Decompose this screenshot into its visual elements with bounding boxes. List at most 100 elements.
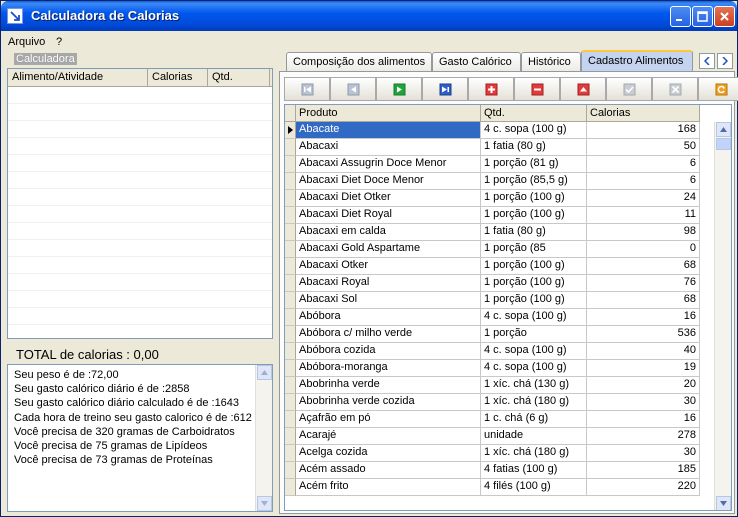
tab-cadastro-alimentos[interactable]: Cadastro Alimentos [581,50,693,71]
cell-calorias[interactable]: 40 [587,343,700,360]
col-qtd[interactable]: Qtd. [208,69,270,87]
row-indicator[interactable] [285,173,296,190]
cell-qtd[interactable]: 1 porção (85 [481,241,587,258]
cell-calorias[interactable]: 6 [587,156,700,173]
row-indicator[interactable] [285,309,296,326]
cell-calorias[interactable]: 30 [587,445,700,462]
cell-qtd[interactable]: 1 xíc. chá (180 g) [481,445,587,462]
calculator-row[interactable] [8,138,272,155]
cell-produto[interactable]: Abacaxi Royal [296,275,481,292]
cell-calorias[interactable]: 0 [587,241,700,258]
table-row[interactable]: Abacaxi Sol 1 porção (100 g) 68 [285,292,700,309]
cell-produto[interactable]: Abacaxi Assugrin Doce Menor [296,156,481,173]
cell-calorias[interactable]: 20 [587,377,700,394]
col-grid-calorias[interactable]: Calorias [587,105,700,122]
col-grid-qtd[interactable]: Qtd. [481,105,587,122]
table-row[interactable]: Abacaxi 1 fatia (80 g) 50 [285,139,700,156]
table-row[interactable]: Abacaxi Diet Doce Menor 1 porção (85,5 g)… [285,173,700,190]
calculator-row[interactable] [8,308,272,325]
cell-produto[interactable]: Abacaxi Diet Otker [296,190,481,207]
cell-calorias[interactable]: 98 [587,224,700,241]
table-row[interactable]: Acém assado 4 fatias (100 g) 185 [285,462,700,479]
table-row[interactable]: Abacaxi Otker 1 porção (100 g) 68 [285,258,700,275]
col-calorias[interactable]: Calorias [148,69,208,87]
table-row[interactable]: Abobrinha verde cozida 1 xíc. chá (180 g)… [285,394,700,411]
maximize-button[interactable] [692,6,713,27]
calculator-row[interactable] [8,223,272,240]
cell-produto[interactable]: Abacaxi Gold Aspartame [296,241,481,258]
row-indicator[interactable] [285,156,296,173]
insert-record-button[interactable] [468,77,514,101]
row-indicator[interactable] [285,190,296,207]
col-produto[interactable]: Produto [296,105,481,122]
calculator-row[interactable] [8,155,272,172]
table-row[interactable]: Abóbora-moranga 4 c. sopa (100 g) 19 [285,360,700,377]
calculator-row[interactable] [8,189,272,206]
table-row[interactable]: Açafrão em pó 1 c. chá (6 g) 16 [285,411,700,428]
scroll-up-icon[interactable] [257,365,272,380]
table-row[interactable]: Abobrinha verde 1 xíc. chá (130 g) 20 [285,377,700,394]
tab-composicao[interactable]: Composição dos alimentos [286,52,432,71]
row-indicator[interactable] [285,428,296,445]
row-indicator[interactable] [285,224,296,241]
cell-produto[interactable]: Abacaxi [296,139,481,156]
calculator-row[interactable] [8,257,272,274]
table-row[interactable]: Abóbora cozida 4 c. sopa (100 g) 40 [285,343,700,360]
table-row[interactable]: Abacate 4 c. sopa (100 g) 168 [285,122,700,139]
table-row[interactable]: Abacaxi em calda 1 fatia (80 g) 98 [285,224,700,241]
cell-qtd[interactable]: 1 porção (100 g) [481,190,587,207]
cell-qtd[interactable]: 1 porção [481,326,587,343]
table-row[interactable]: Acém frito 4 filés (100 g) 220 [285,479,700,496]
alimentos-grid[interactable]: Produto Qtd. Calorias Abacate 4 c. sopa (… [284,104,732,511]
cell-produto[interactable]: Abacaxi Sol [296,292,481,309]
cell-qtd[interactable]: 1 porção (85,5 g) [481,173,587,190]
cell-qtd[interactable]: 1 xíc. chá (130 g) [481,377,587,394]
edit-record-button[interactable] [560,77,606,101]
grid-scrollbar[interactable] [714,122,731,510]
tab-historico[interactable]: Histórico [521,52,581,71]
prior-record-button[interactable] [330,77,376,101]
first-record-button[interactable] [284,77,330,101]
cell-produto[interactable]: Abobrinha verde [296,377,481,394]
cell-produto[interactable]: Abacaxi Diet Royal [296,207,481,224]
last-record-button[interactable] [422,77,468,101]
calculator-row[interactable] [8,240,272,257]
close-button[interactable] [714,6,735,27]
cell-produto[interactable]: Acarajé [296,428,481,445]
cell-produto[interactable]: Abóbora c/ milho verde [296,326,481,343]
cell-qtd[interactable]: 4 fatias (100 g) [481,462,587,479]
row-indicator[interactable] [285,479,296,496]
table-row[interactable]: Acarajé unidade 278 [285,428,700,445]
calculator-grid[interactable]: Alimento/Atividade Calorias Qtd. [7,68,273,339]
cell-calorias[interactable]: 16 [587,309,700,326]
row-indicator[interactable] [285,326,296,343]
row-indicator[interactable] [285,445,296,462]
cell-produto[interactable]: Acelga cozida [296,445,481,462]
tab-scroll-left-icon[interactable] [699,53,715,69]
cell-calorias[interactable]: 11 [587,207,700,224]
cell-produto[interactable]: Abacaxi Diet Doce Menor [296,173,481,190]
table-row[interactable]: Abacaxi Royal 1 porção (100 g) 76 [285,275,700,292]
scroll-down-icon[interactable] [257,496,272,511]
row-indicator[interactable] [285,122,296,139]
calculator-row[interactable] [8,274,272,291]
row-indicator[interactable] [285,462,296,479]
row-indicator[interactable] [285,360,296,377]
cell-produto[interactable]: Abacaxi Otker [296,258,481,275]
table-row[interactable]: Abacaxi Assugrin Doce Menor 1 porção (81 … [285,156,700,173]
table-row[interactable]: Abacaxi Diet Royal 1 porção (100 g) 11 [285,207,700,224]
cell-calorias[interactable]: 50 [587,139,700,156]
grid-scroll-up-icon[interactable] [716,122,731,137]
cell-calorias[interactable]: 30 [587,394,700,411]
cell-qtd[interactable]: 4 c. sopa (100 g) [481,360,587,377]
row-indicator[interactable] [285,207,296,224]
cell-produto[interactable]: Abóbora cozida [296,343,481,360]
cell-qtd[interactable]: 1 porção (100 g) [481,292,587,309]
calculator-row[interactable] [8,87,272,104]
refresh-button[interactable] [698,77,738,101]
col-alimento-atividade[interactable]: Alimento/Atividade [8,69,148,87]
cell-calorias[interactable]: 220 [587,479,700,496]
table-row[interactable]: Abóbora c/ milho verde 1 porção 536 [285,326,700,343]
grid-scroll-down-icon[interactable] [716,496,731,510]
tab-gasto-calorico[interactable]: Gasto Calórico [432,52,521,71]
